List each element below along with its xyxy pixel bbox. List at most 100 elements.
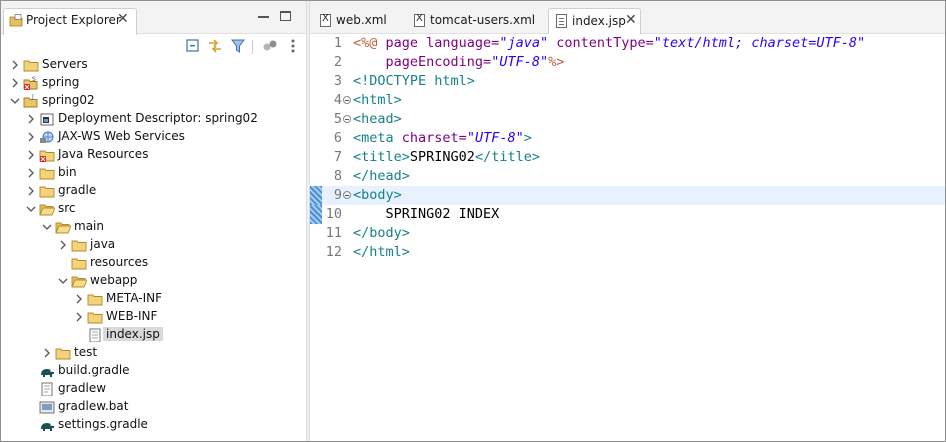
tree-item-label: test — [74, 345, 98, 359]
line-number: 6 — [333, 130, 342, 146]
tree-item[interactable]: JAX-WS Web Services — [1, 128, 306, 146]
fold-toggle-icon[interactable] — [343, 115, 351, 123]
code-token: html — [434, 73, 467, 89]
chevron-right-icon[interactable] — [25, 148, 37, 162]
chevron-right-icon[interactable] — [73, 292, 85, 306]
tree-item[interactable]: Java Resources — [1, 146, 306, 164]
tree-item[interactable]: gradle — [1, 182, 306, 200]
maximize-icon[interactable] — [280, 11, 291, 21]
deployment-descriptor-icon — [40, 113, 54, 126]
code-token: pageEncoding= — [385, 54, 492, 70]
code-token: charset= — [401, 130, 467, 146]
close-icon[interactable]: ✕ — [625, 12, 637, 28]
svg-text:S: S — [32, 76, 36, 83]
explorer-tab-bar: Project Explorer ✕ — [1, 1, 306, 35]
code-line[interactable]: 6 <meta charset="UTF-8"> — [310, 129, 945, 148]
code-editor: X web.xml X tomcat-users.xml index.jsp ✕… — [310, 1, 945, 441]
collapse-all-icon[interactable] — [185, 38, 201, 54]
tree-item[interactable]: webapp — [1, 272, 306, 290]
link-with-editor-icon[interactable] — [207, 38, 223, 54]
code-line[interactable]: 4 <html> — [310, 91, 945, 110]
code-token: <meta — [353, 130, 402, 146]
code-line[interactable]: 10 SPRING02 INDEX — [310, 205, 945, 224]
chevron-right-icon[interactable] — [25, 166, 37, 180]
chevron-right-icon[interactable] — [9, 58, 21, 72]
tree-item[interactable]: main — [1, 218, 306, 236]
filter-icon[interactable] — [230, 38, 246, 54]
line-number: 10 — [325, 206, 342, 222]
line-number: 8 — [333, 168, 342, 184]
toolbar-separator — [252, 40, 253, 54]
chevron-down-icon[interactable] — [9, 94, 21, 108]
focus-on-active-task-icon[interactable] — [262, 38, 278, 54]
tree-item[interactable]: settings.gradle — [1, 416, 306, 434]
code-line[interactable]: 7 <title>SPRING02</title> — [310, 148, 945, 167]
chevron-right-icon[interactable] — [73, 310, 85, 324]
code-token: SPRING02 — [409, 149, 475, 165]
code-text: <body> — [353, 187, 402, 203]
xml-file-icon: X — [414, 13, 425, 27]
chevron-right-icon[interactable] — [25, 184, 37, 198]
tree-item[interactable]: test — [1, 344, 306, 362]
tab-index-jsp[interactable]: index.jsp ✕ — [548, 8, 641, 34]
view-menu-icon[interactable] — [285, 38, 301, 54]
tab-project-explorer[interactable]: Project Explorer ✕ — [3, 8, 137, 35]
code-line[interactable]: 9 <body> — [310, 186, 945, 205]
tree-item[interactable]: WEB-INF — [1, 308, 306, 326]
code-line[interactable]: 1 <%@ page language="java" contentType="t… — [310, 34, 945, 53]
tree-item[interactable]: index.jsp — [1, 326, 306, 344]
tree-item-label: JAX-WS Web Services — [58, 129, 185, 143]
chevron-down-icon[interactable] — [57, 274, 69, 288]
tree-item[interactable]: Servers — [1, 56, 306, 74]
code-line[interactable]: 12 </html> — [310, 243, 945, 262]
tab-tomcat-users-xml[interactable]: X tomcat-users.xml — [407, 8, 545, 34]
chevron-down-icon[interactable] — [25, 202, 37, 216]
folder-icon — [71, 258, 87, 270]
explorer-toolbar — [1, 34, 306, 58]
tree-item[interactable]: Sspring — [1, 74, 306, 92]
chevron-right-icon[interactable] — [25, 130, 37, 144]
tree-item[interactable]: gradlew — [1, 380, 306, 398]
tree-item-label: build.gradle — [58, 363, 130, 377]
tree-item-label: Deployment Descriptor: spring02 — [58, 111, 258, 125]
tree-item-label: main — [74, 219, 104, 233]
tree-item[interactable]: META-INF — [1, 290, 306, 308]
chevron-right-icon[interactable] — [57, 238, 69, 252]
tree-item[interactable]: Deployment Descriptor: spring02 — [1, 110, 306, 128]
code-line[interactable]: 2 pageEncoding="UTF-8"%> — [310, 53, 945, 72]
code-text: SPRING02 INDEX — [353, 206, 500, 222]
tree-item[interactable]: resources — [1, 254, 306, 272]
code-token: <html> — [353, 92, 402, 108]
tree-item[interactable]: bin — [1, 164, 306, 182]
code-token: language= — [426, 35, 500, 51]
tree-item[interactable]: build.gradle — [1, 362, 306, 380]
chevron-down-icon[interactable] — [41, 220, 53, 234]
chevron-right-icon[interactable] — [9, 76, 21, 90]
gradle-elephant-icon — [41, 369, 54, 377]
svg-text:J: J — [31, 94, 34, 100]
eclipse-window: Project Explorer ✕ Servers S spring J sp… — [0, 0, 946, 442]
code-line[interactable]: 5 <head> — [310, 110, 945, 129]
code-token: <!DOCTYPE — [353, 73, 435, 89]
tree-item[interactable]: src — [1, 200, 306, 218]
editor-tab-bar: X web.xml X tomcat-users.xml index.jsp ✕ — [310, 1, 945, 34]
code-token: SPRING02 INDEX — [353, 206, 500, 222]
chevron-right-icon[interactable] — [25, 112, 37, 126]
folder-open-icon — [71, 276, 87, 288]
close-icon[interactable]: ✕ — [117, 11, 129, 27]
code-line[interactable]: 3 <!DOCTYPE html> — [310, 72, 945, 91]
code-line[interactable]: 8 </head> — [310, 167, 945, 186]
chevron-right-icon[interactable] — [41, 346, 53, 360]
tree-item[interactable]: java — [1, 236, 306, 254]
tree-item[interactable]: Jspring02 — [1, 92, 306, 110]
tree-item-label: java — [90, 237, 116, 251]
fold-toggle-icon[interactable] — [343, 96, 351, 104]
code-text: <meta charset="UTF-8"> — [353, 130, 532, 146]
code-line[interactable]: 11 </body> — [310, 224, 945, 243]
tree-item[interactable]: gradlew.bat — [1, 398, 306, 416]
code-area[interactable]: 1 <%@ page language="java" contentType="t… — [310, 34, 945, 441]
tab-web-xml[interactable]: X web.xml — [313, 8, 407, 34]
fold-toggle-icon[interactable] — [343, 191, 351, 199]
minimize-icon[interactable] — [258, 16, 269, 18]
tree-item-label: gradlew — [58, 381, 107, 395]
